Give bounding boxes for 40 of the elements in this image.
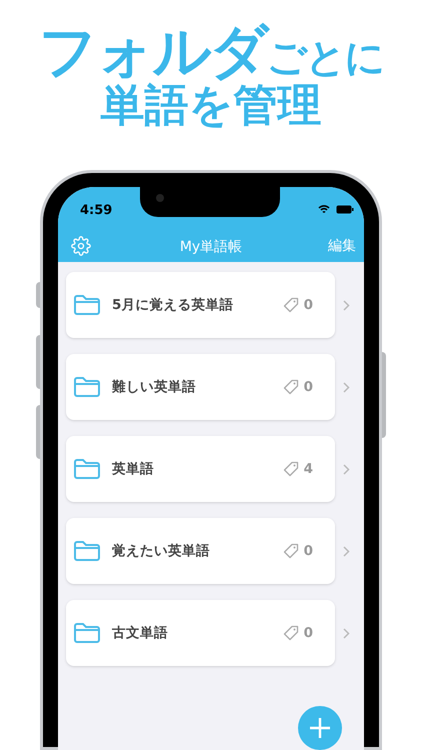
folder-name: 難しい英単語	[112, 378, 197, 397]
chevron-icon	[343, 300, 350, 310]
folder-icon	[73, 458, 101, 480]
word-count: 4	[304, 460, 313, 479]
headline-text: 単語を管理	[100, 84, 322, 128]
tag-icon	[282, 543, 299, 559]
headline-text: フォルダ	[38, 22, 266, 80]
folder-name: 覚えたい英単語	[112, 542, 211, 561]
folder-card[interactable]: 5月に覚える英単語 0	[66, 272, 335, 338]
battery-icon	[336, 205, 354, 214]
status-time: 4:59	[80, 202, 112, 220]
folder-card[interactable]: 古文単語 0	[66, 600, 335, 666]
word-count: 0	[304, 378, 313, 397]
tag-icon	[282, 297, 299, 313]
folder-name: 古文単語	[112, 624, 169, 643]
word-count: 0	[304, 542, 313, 561]
chevron-icon	[343, 382, 350, 392]
folder-icon	[73, 376, 101, 398]
folder-card[interactable]: 難しい英単語 0	[66, 354, 335, 420]
folder-name: 英単語	[112, 460, 155, 479]
chevron-icon	[343, 464, 350, 474]
wifi-icon	[318, 204, 330, 214]
add-button[interactable]	[298, 706, 342, 750]
tag-icon	[282, 625, 299, 641]
chevron-icon	[343, 628, 350, 638]
folder-name: 5月に覚える英単語	[112, 296, 234, 315]
settings-icon[interactable]	[71, 236, 91, 256]
plus-icon	[309, 717, 331, 739]
folder-card[interactable]: 英単語 4	[66, 436, 335, 502]
chevron-icon	[343, 546, 350, 556]
folder-icon	[73, 294, 101, 316]
word-count: 0	[304, 296, 313, 315]
tag-icon	[282, 461, 299, 477]
tag-icon	[282, 379, 299, 395]
folder-card[interactable]: 覚えたい英単語 0	[66, 518, 335, 584]
nav-title: My単語帳	[180, 238, 242, 257]
folder-icon	[73, 540, 101, 562]
headline-text: ごとに	[266, 38, 384, 78]
word-count: 0	[304, 624, 313, 643]
folder-icon	[73, 622, 101, 644]
